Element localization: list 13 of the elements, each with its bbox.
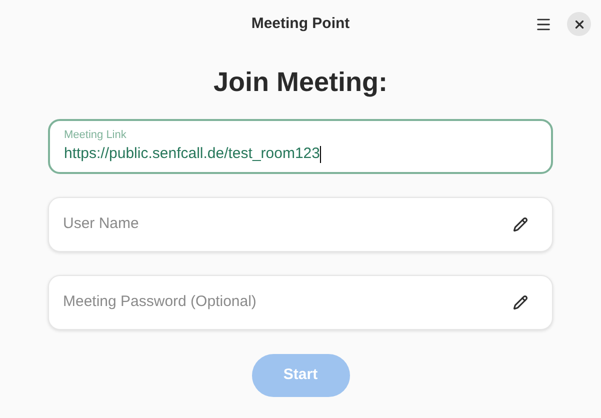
input-field[interactable]: Meeting Password (Optional) (48, 274, 553, 330)
field-placeholder: Meeting Password (Optional) (63, 292, 258, 312)
close-button[interactable] (567, 12, 591, 36)
field-placeholder: User Name (63, 214, 140, 234)
field-value: https://public.senfcall.de/test_room123 (64, 144, 322, 165)
field-label: Meeting Link (64, 128, 128, 142)
edit-icon[interactable] (513, 294, 528, 310)
window-title: Meeting Point (251, 14, 350, 34)
close-icon (572, 18, 586, 30)
heading: Join Meeting: (214, 66, 388, 99)
input-field[interactable]: Meeting Link https://public.senfcall.de/test_room123 (48, 118, 553, 174)
input-field[interactable]: User Name (48, 196, 553, 252)
edit-icon[interactable] (513, 216, 528, 232)
